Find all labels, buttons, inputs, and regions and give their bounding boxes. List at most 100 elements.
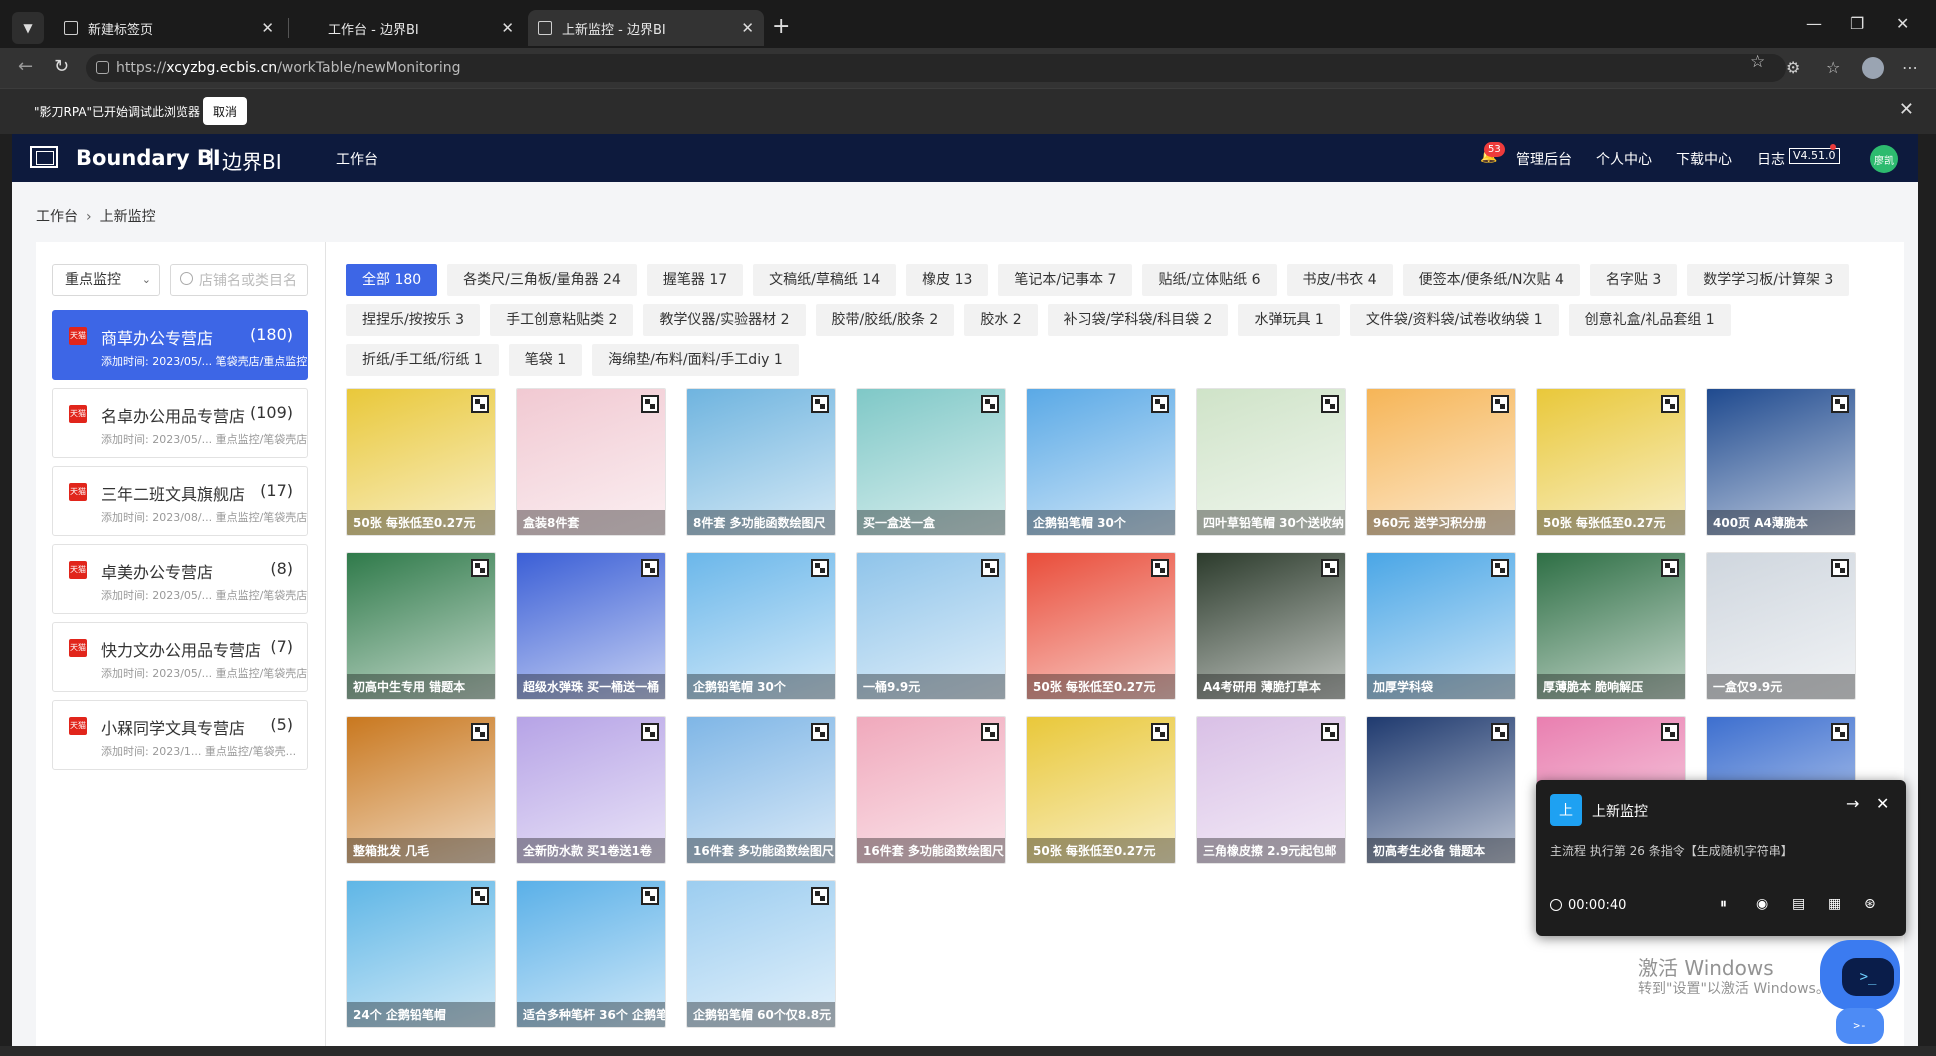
product-card[interactable]: 960元 送学习积分册 — [1366, 388, 1516, 536]
product-card[interactable]: 四叶草铅笔帽 30个送收纳 — [1196, 388, 1346, 536]
category-chip[interactable]: 各类尺/三角板/量角器 24 — [447, 264, 637, 296]
qr-code-icon[interactable] — [471, 559, 489, 577]
product-card[interactable]: 50张 每张低至0.27元 — [1026, 716, 1176, 864]
qr-code-icon[interactable] — [1321, 559, 1339, 577]
product-card[interactable]: 企鹅铅笔帽 30个 — [1026, 388, 1176, 536]
category-chip[interactable]: 手工创意粘贴类 2 — [490, 304, 634, 336]
tab-new[interactable]: 新建标签页 ✕ — [54, 10, 284, 46]
product-card[interactable]: 厚薄脆本 脆响解压 — [1536, 552, 1686, 700]
qr-code-icon[interactable] — [1491, 723, 1509, 741]
nav-download[interactable]: 下载中心 — [1676, 149, 1732, 169]
qr-code-icon[interactable] — [811, 395, 829, 413]
tab-menu-chevron-icon[interactable]: ▼ — [12, 12, 44, 44]
category-chip[interactable]: 胶带/胶纸/胶条 2 — [815, 304, 955, 336]
shop-item[interactable]: 天猫 名卓办公用品专营店 (109) 添加时间: 2023/05/... 重点监控/笔… — [52, 388, 308, 458]
product-card[interactable]: A4考研用 薄脆打草本 — [1196, 552, 1346, 700]
profile-avatar[interactable] — [1862, 57, 1884, 79]
product-card[interactable]: 50张 每张低至0.27元 — [346, 388, 496, 536]
favorites-icon[interactable]: ☆ — [1826, 58, 1844, 77]
reload-icon[interactable]: ↻ — [54, 56, 69, 77]
qr-code-icon[interactable] — [1831, 559, 1849, 577]
qr-code-icon[interactable] — [811, 559, 829, 577]
product-card[interactable]: 50张 每张低至0.27元 — [1536, 388, 1686, 536]
close-icon[interactable]: ✕ — [261, 19, 274, 37]
qr-code-icon[interactable] — [981, 723, 999, 741]
product-card[interactable]: 企鹅铅笔帽 30个 — [686, 552, 836, 700]
product-card[interactable]: 50张 每张低至0.27元 — [1026, 552, 1176, 700]
category-chip[interactable]: 贴纸/立体贴纸 6 — [1142, 264, 1277, 296]
tab-new-monitoring[interactable]: 上新监控 - 边界BI ✕ — [528, 10, 764, 46]
qr-code-icon[interactable] — [1831, 723, 1849, 741]
shop-item[interactable]: 天猫 卓美办公专营店 (8) 添加时间: 2023/05/... 重点监控/笔袋壳店 — [52, 544, 308, 614]
category-chip[interactable]: 全部 180 — [346, 264, 438, 296]
qr-code-icon[interactable] — [641, 723, 659, 741]
qr-code-icon[interactable] — [1661, 559, 1679, 577]
product-card[interactable]: 24个 企鹅铅笔帽 — [346, 880, 496, 1028]
product-card[interactable]: 16件套 多功能函数绘图尺 — [686, 716, 836, 864]
product-card[interactable]: 一桶9.9元 — [856, 552, 1006, 700]
shop-item[interactable]: 天猫 商草办公专营店 (180) 添加时间: 2023/05/... 笔袋壳店/重点监… — [52, 310, 308, 380]
product-card[interactable]: 初高考生必备 错题本 — [1366, 716, 1516, 864]
settings-icon[interactable]: ⊛ — [1864, 896, 1876, 912]
close-icon[interactable]: ✕ — [501, 19, 514, 37]
product-card[interactable]: 400页 A4薄脆本 — [1706, 388, 1856, 536]
product-card[interactable]: 加厚学科袋 — [1366, 552, 1516, 700]
shop-item[interactable]: 天猫 小槑同学文具专营店 (5) 添加时间: 2023/1... 重点监控/笔袋壳..… — [52, 700, 308, 770]
qr-code-icon[interactable] — [641, 887, 659, 905]
qr-code-icon[interactable] — [641, 559, 659, 577]
qr-code-icon[interactable] — [1151, 559, 1169, 577]
qr-code-icon[interactable] — [471, 395, 489, 413]
category-chip[interactable]: 便签本/便条纸/N次贴 4 — [1402, 264, 1580, 296]
back-arrow-icon[interactable]: ← — [18, 56, 33, 77]
infobar-cancel-button[interactable]: 取消 — [203, 97, 248, 125]
category-chip[interactable]: 笔记本/记事本 7 — [998, 264, 1133, 296]
product-card[interactable]: 8件套 多功能函数绘图尺 — [686, 388, 836, 536]
category-chip[interactable]: 创意礼盒/礼品套组 1 — [1568, 304, 1731, 336]
qr-code-icon[interactable] — [1321, 395, 1339, 413]
close-icon[interactable]: ✕ — [1876, 794, 1889, 813]
category-chip[interactable]: 笔袋 1 — [508, 344, 583, 376]
shop-item[interactable]: 天猫 三年二班文具旗舰店 (17) 添加时间: 2023/08/... 重点监控/笔袋… — [52, 466, 308, 536]
stop-icon[interactable]: ◉ — [1756, 896, 1768, 912]
product-card[interactable]: 初高中生专用 错题本 — [346, 552, 496, 700]
product-card[interactable]: 全新防水款 买1卷送1卷 — [516, 716, 666, 864]
infobar-close-icon[interactable]: ✕ — [1899, 99, 1914, 120]
product-card[interactable]: 整箱批发 几毛 — [346, 716, 496, 864]
category-chip[interactable]: 握笔器 17 — [646, 264, 744, 296]
category-chip[interactable]: 橡皮 13 — [906, 264, 989, 296]
category-chip[interactable]: 书皮/书衣 4 — [1286, 264, 1393, 296]
category-chip[interactable]: 捏捏乐/按按乐 3 — [346, 304, 481, 336]
product-card[interactable]: 适合多种笔杆 36个 企鹅笔帽 — [516, 880, 666, 1028]
restore-icon[interactable]: ❐ — [1850, 14, 1864, 33]
qr-code-icon[interactable] — [1151, 395, 1169, 413]
shop-item[interactable]: 天猫 快力文办公用品专营店 (7) 添加时间: 2023/05/... 重点监控/笔袋… — [52, 622, 308, 692]
bookmark-star-icon[interactable]: ☆ — [1750, 52, 1765, 72]
tab-workbench[interactable]: 工作台 - 边界BI ✕ — [292, 10, 524, 46]
breadcrumb-root[interactable]: 工作台 — [36, 209, 78, 225]
qr-code-icon[interactable] — [471, 887, 489, 905]
product-card[interactable]: 盒装8件套 — [516, 388, 666, 536]
category-chip[interactable]: 胶水 2 — [964, 304, 1038, 336]
log-document-icon[interactable]: ▤ — [1792, 896, 1805, 912]
qr-code-icon[interactable] — [1491, 559, 1509, 577]
monitor-type-select[interactable]: 重点监控 ⌄ — [52, 264, 160, 296]
category-chip[interactable]: 海绵垫/布料/面料/手工diy 1 — [592, 344, 799, 376]
more-menu-icon[interactable]: ⋯ — [1902, 58, 1920, 77]
qr-code-icon[interactable] — [1831, 395, 1849, 413]
new-tab-plus-icon[interactable]: + — [772, 14, 790, 40]
url-input[interactable]: https://xcyzbg.ecbis.cn/workTable/newMon… — [86, 54, 1786, 82]
category-chip[interactable]: 文稿纸/草稿纸 14 — [753, 264, 897, 296]
nav-workbench[interactable]: 工作台 — [336, 149, 378, 169]
nav-admin[interactable]: 管理后台 — [1516, 149, 1572, 169]
product-card[interactable]: 企鹅铅笔帽 60个仅8.8元 — [686, 880, 836, 1028]
pause-icon[interactable]: ⏸ — [1720, 896, 1727, 912]
category-chip[interactable]: 名字贴 3 — [1589, 264, 1678, 296]
product-card[interactable]: 超级水弹珠 买一桶送一桶 — [516, 552, 666, 700]
category-chip[interactable]: 补习袋/学科袋/科目袋 2 — [1047, 304, 1229, 336]
product-card[interactable]: 16件套 多功能函数绘图尺 — [856, 716, 1006, 864]
extensions-icon[interactable]: ⚙ — [1786, 58, 1804, 77]
category-chip[interactable]: 水弹玩具 1 — [1238, 304, 1340, 336]
window-close-icon[interactable]: ✕ — [1896, 14, 1909, 33]
product-card[interactable]: 三角橡皮擦 2.9元起包邮 — [1196, 716, 1346, 864]
qr-code-icon[interactable] — [981, 395, 999, 413]
